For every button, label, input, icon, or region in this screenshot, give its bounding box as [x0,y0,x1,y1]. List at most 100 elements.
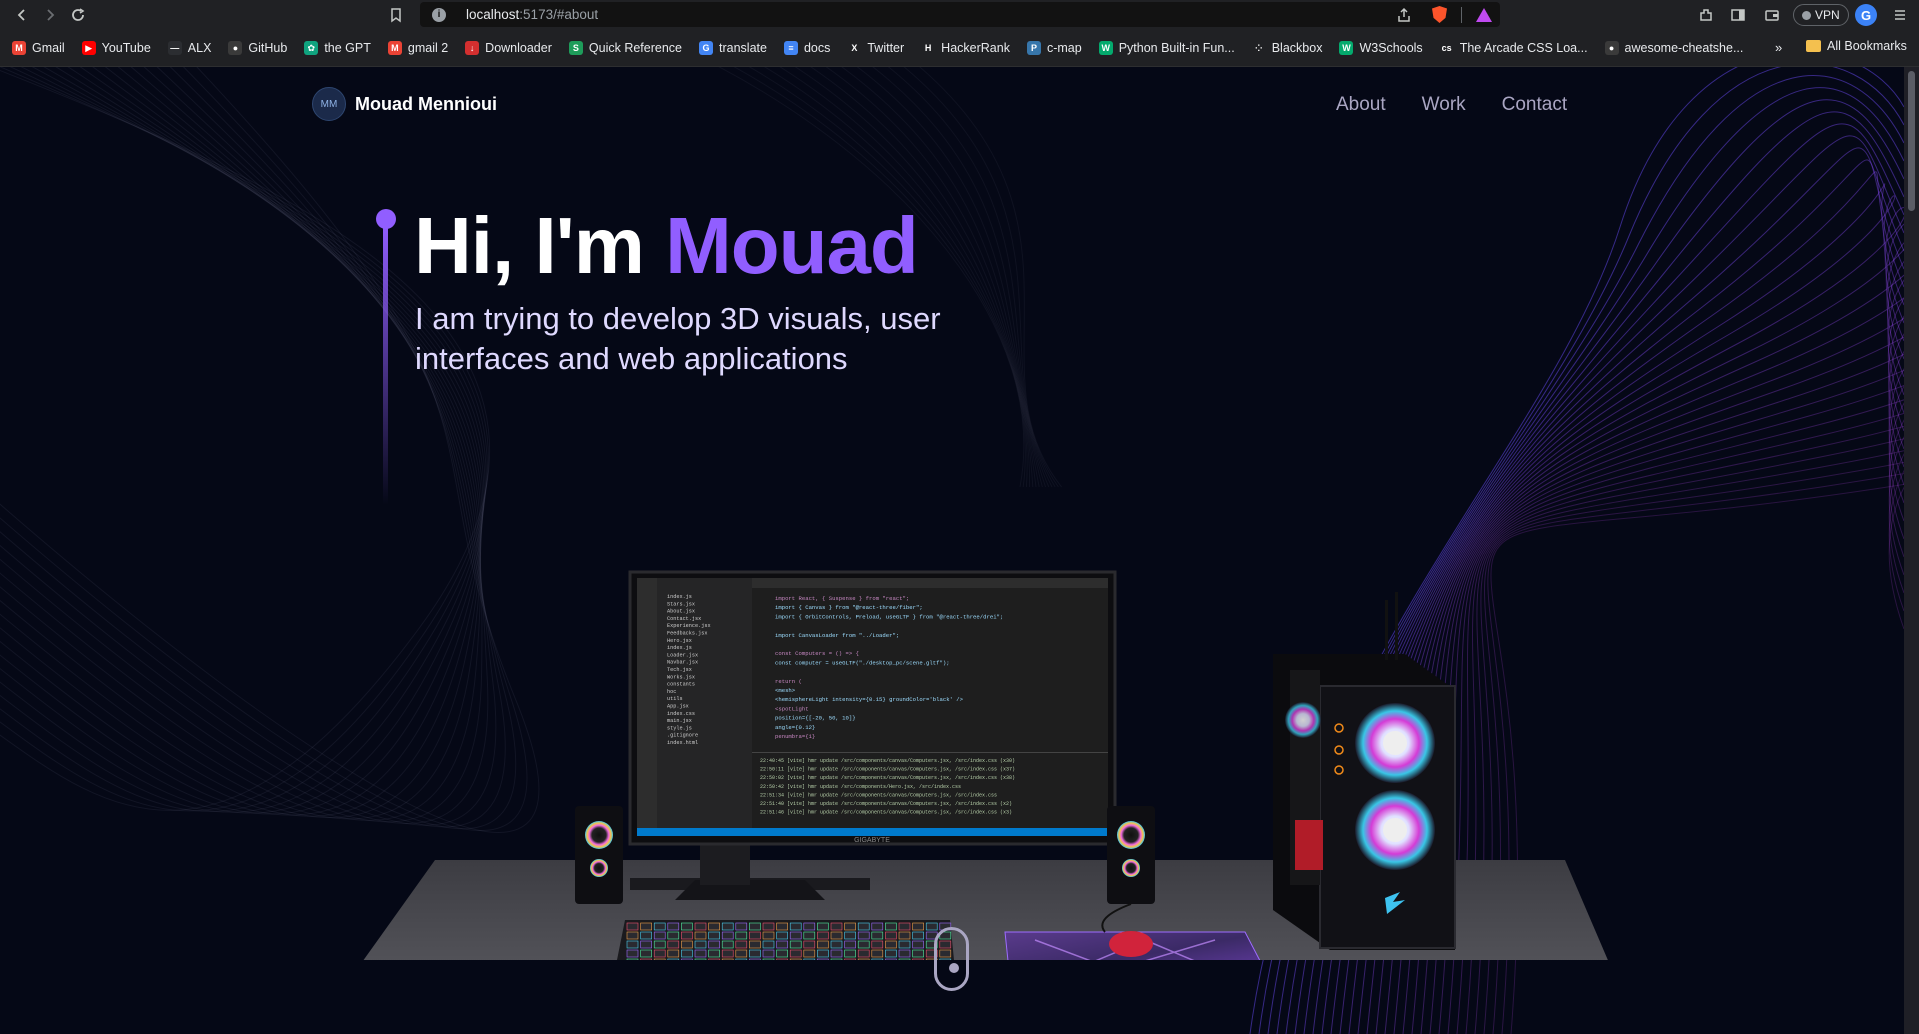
keyboard-key [871,940,884,949]
code-line: <hemisphereLight intensity={0.15} ground… [775,696,964,703]
reload-icon[interactable] [64,2,92,28]
keyboard-key [912,931,924,940]
folder-icon [1806,40,1821,52]
terminal-line: 22:51:34 [vite] hmr update /src/componen… [760,792,997,798]
keyboard-key [681,940,693,949]
scroll-indicator[interactable] [934,927,969,991]
keyboard-key [762,949,775,958]
site-name[interactable]: Mouad Mennioui [355,94,497,115]
code-line: import CanvasLoader from "../Loader"; [775,632,899,639]
forward-icon[interactable] [36,2,64,28]
profile-avatar[interactable]: G [1855,4,1877,26]
terminal-line: 22:40:45 [vite] hmr update /src/componen… [760,758,1015,764]
bookmark-item[interactable]: ⁘ Blackbox [1251,41,1322,55]
bookmark-item[interactable]: ● awesome-cheatshe... [1604,41,1744,55]
hero-title: Hi, I'm Mouad [414,200,919,292]
code-line: const Computers = () => { [775,650,859,657]
bookmark-this-page-icon[interactable] [382,2,410,28]
keyboard-key [640,958,652,960]
bookmark-item[interactable]: Pc-map [1026,41,1082,55]
vpn-label: VPN [1815,8,1840,22]
keyboard-key [762,922,775,931]
page-scrollbar[interactable] [1904,67,1919,1034]
nav-link-work[interactable]: Work [1422,94,1466,116]
bookmark-item[interactable]: S Quick Reference [568,41,682,55]
keyboard-key [898,940,911,949]
keyboard-key [885,949,897,958]
bookmark-item[interactable]: H HackerRank [921,41,1010,55]
keyboard-key [721,958,734,960]
code-line: <spotLight [775,705,809,712]
nav-link-about[interactable]: About [1336,94,1386,116]
bookmark-item[interactable]: W Python Built-in Fun... [1098,41,1235,55]
bookmark-label: Twitter [867,41,905,55]
more-bookmarks-button[interactable]: » [1775,40,1782,55]
menu-icon[interactable] [1886,2,1914,28]
bookmark-item[interactable]: ● GitHub [228,41,287,55]
bookmark-item[interactable]: ↓ Downloader [465,41,552,55]
keyboard-key [817,931,829,940]
brave-shields-icon[interactable] [1432,6,1447,23]
gaming-mouse [1109,931,1153,957]
bookmark-item[interactable]: — ALX [167,41,212,55]
bookmark-item[interactable]: X Twitter [847,41,904,55]
wallet-icon[interactable] [1758,2,1786,28]
back-icon[interactable] [8,2,36,28]
right-speaker [1107,806,1155,904]
css-icon: cs [1439,41,1454,55]
bookmark-item[interactable]: cs The Arcade CSS Loa... [1439,41,1588,55]
keyboard-key [871,922,884,931]
keyboard-key [857,949,870,958]
desktop-pc-3d-scene[interactable]: index.jsStars.jsxAbout.jsxContact.jsxExp… [355,500,1625,960]
keyboard-key [708,949,720,958]
bookmarks-bar: M Gmail ▶ YouTube — ALX ● GitHub ✿ the GPT Mgmail … [0,30,1919,67]
brave-rewards-icon[interactable] [1476,7,1492,22]
keyboard-key [803,931,816,940]
keyboard-key [789,940,802,949]
sidebar-icon[interactable] [1724,2,1752,28]
extensions-icon[interactable] [1692,2,1720,28]
keyboard-key [844,940,856,949]
all-bookmarks-button[interactable]: All Bookmarks [1806,39,1907,53]
keyboard-key [667,940,680,949]
bookmark-item[interactable]: ▶ YouTube [81,41,151,55]
status-bar [637,828,1108,836]
keyboard-key [749,922,761,931]
bookmark-item[interactable]: Gtranslate [699,41,767,55]
bookmark-item[interactable]: W W3Schools [1339,41,1423,55]
bookmark-item[interactable]: ≡ docs [783,41,830,55]
keyboard-key [694,958,707,960]
bookmark-item[interactable]: Mgmail 2 [387,41,448,55]
left-speaker [575,806,623,904]
all-bookmarks-label: All Bookmarks [1827,39,1907,53]
keyboard-key [694,931,707,940]
keyboard-key [830,931,843,940]
site-logo[interactable]: MM [312,87,346,121]
bookmark-item[interactable]: M Gmail [12,41,65,55]
explorer-file: hoc [667,689,676,695]
bookmark-label: awesome-cheatshe... [1624,41,1744,55]
keyboard-key [830,958,843,960]
address-bar[interactable]: i localhost:5173/#about [420,2,1500,27]
bookmark-item[interactable]: ✿ the GPT [304,41,371,55]
keyboard-key [694,940,707,949]
keyboard-key [871,958,884,960]
explorer-file: About.jsx [667,609,695,615]
explorer-file: Tech.jsx [667,667,692,673]
code-line: import React, { Suspense } from "react"; [775,595,909,602]
bookmark-label: ALX [187,41,212,55]
explorer-file: Experience.jsx [667,623,711,629]
explorer-file: Loader.jsx [667,652,698,658]
bookmark-label: Quick Reference [588,41,682,55]
keyboard-key [721,949,734,958]
nav-link-contact[interactable]: Contact [1502,94,1567,116]
vpn-button[interactable]: VPN [1793,4,1849,26]
share-icon[interactable] [1390,2,1418,28]
keyboard-key [885,940,897,949]
site-info-icon[interactable]: i [432,7,446,22]
terminal-line: 22:51:40 [vite] hmr update /src/componen… [760,801,1012,807]
keyboard-key [871,949,884,958]
bookmark-label: Gmail [32,41,65,55]
scrollbar-thumb[interactable] [1908,71,1915,211]
keyboard-key [898,958,911,960]
